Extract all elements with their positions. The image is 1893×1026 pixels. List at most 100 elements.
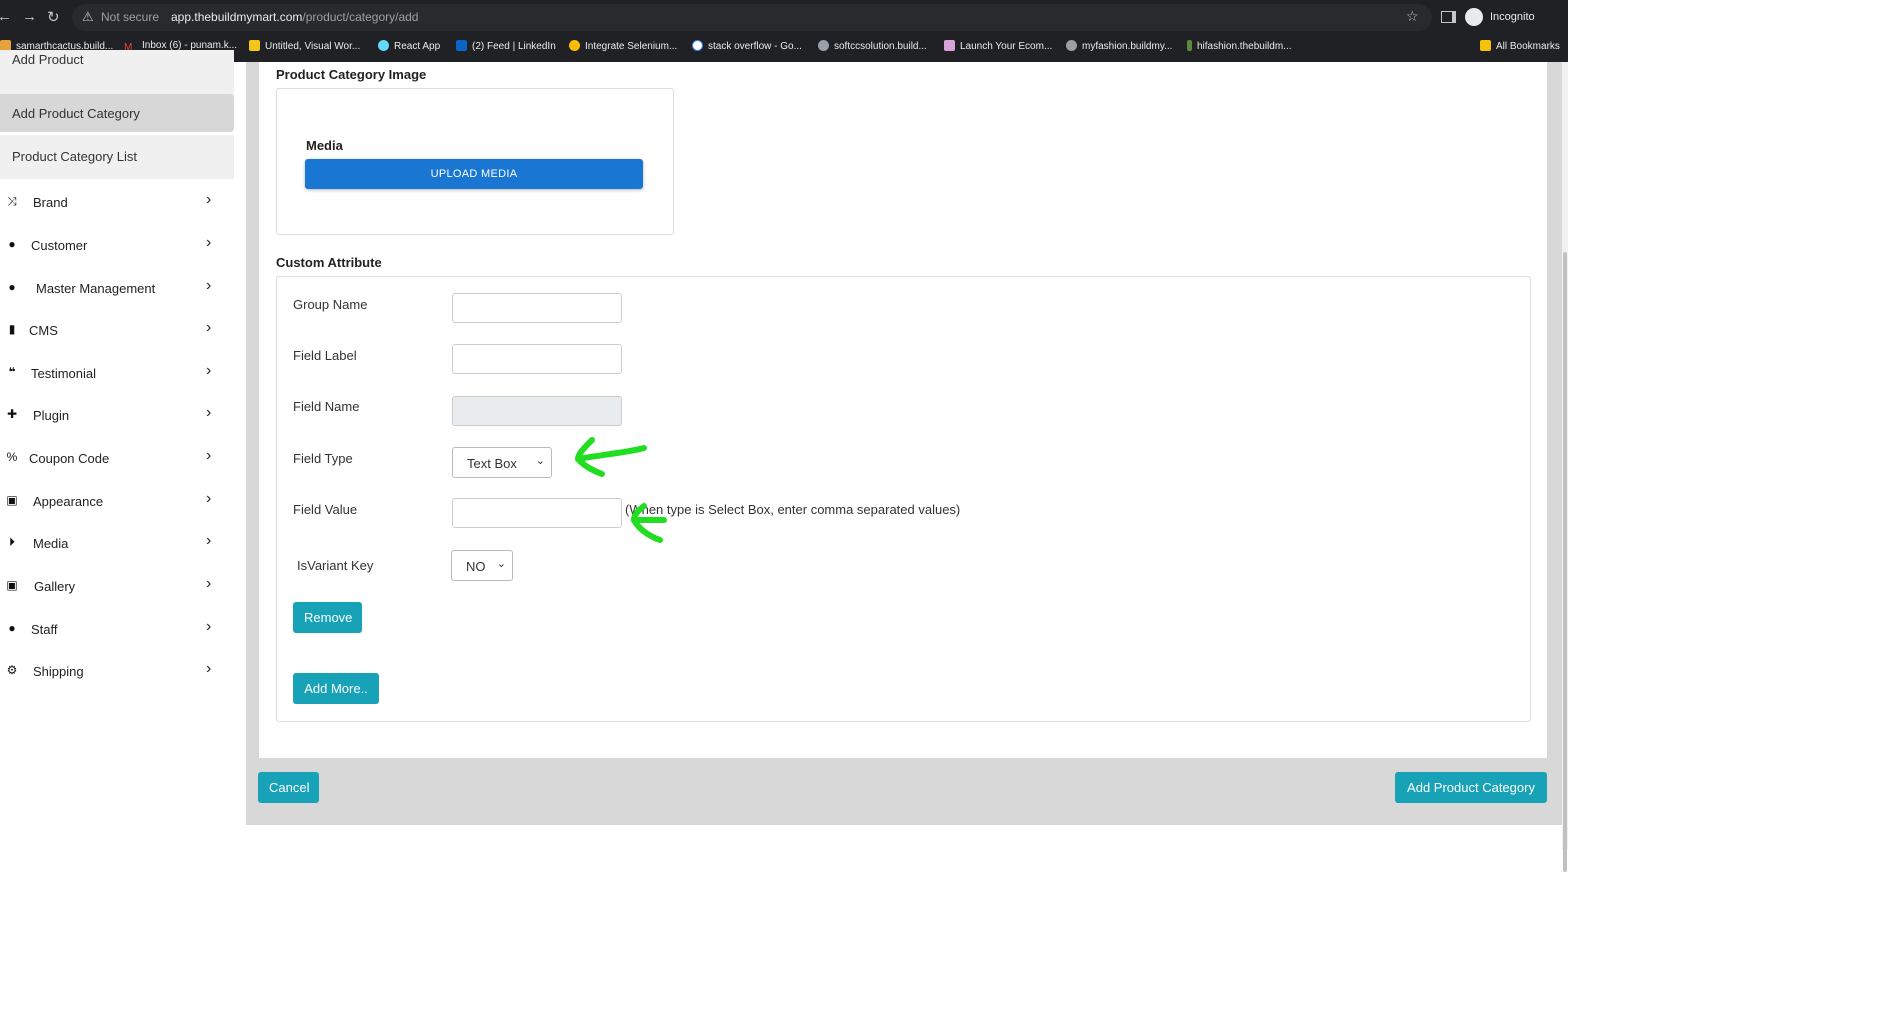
chevron-down-icon: ⌄	[496, 558, 506, 570]
media-label: Media	[306, 138, 343, 153]
bookmark-item[interactable]: hifashion.thebuildm...	[1187, 40, 1292, 52]
quote-icon: ❝	[8, 365, 16, 379]
chevron-right-icon: ›	[206, 575, 212, 592]
sidebar-item-appearance[interactable]: ▣ Appearance ›	[0, 483, 234, 519]
warning-icon: ⚠	[82, 9, 94, 24]
field-name-label: Field Name	[293, 399, 360, 414]
sidebar-item-label: Coupon Code	[29, 451, 110, 466]
google-icon	[692, 40, 703, 51]
bookmark-item[interactable]: Untitled, Visual Wor...	[249, 40, 360, 52]
sidebar-item-label: Add Product Category	[12, 106, 140, 121]
sidebar-item-staff[interactable]: ● Staff ›	[0, 611, 234, 647]
bookmark-favicon-icon	[944, 40, 955, 51]
chrome-icon	[569, 40, 580, 51]
add-product-category-button[interactable]: Add Product Category	[1395, 772, 1547, 803]
sidebar-item-add-product-category[interactable]: Add Product Category	[0, 94, 234, 132]
sidebar-item-coupon-code[interactable]: % Coupon Code ›	[0, 440, 234, 476]
field-value-input[interactable]	[452, 498, 622, 528]
sidebar-item-label: Media	[33, 536, 69, 551]
user-icon: ●	[8, 237, 16, 251]
scrollbar[interactable]	[1562, 62, 1568, 872]
bookmark-label: Launch Your Ecom...	[960, 41, 1053, 52]
product-category-image-title: Product Category Image	[276, 67, 427, 82]
field-value-hint: (When type is Select Box, enter comma se…	[625, 502, 961, 517]
sidebar-item-customer[interactable]: ● Customer ›	[0, 227, 234, 263]
sidebar-item-label: CMS	[29, 323, 58, 338]
bookmark-label: myfashion.buildmy...	[1082, 41, 1173, 52]
chevron-right-icon: ›	[206, 362, 212, 379]
chevron-right-icon: ›	[206, 191, 212, 208]
bookmark-item[interactable]: Launch Your Ecom...	[944, 40, 1052, 52]
incognito-icon[interactable]	[1465, 8, 1483, 26]
field-name-input	[452, 396, 622, 426]
isvariant-key-value: NO	[466, 559, 486, 574]
sidebar-item-testimonial[interactable]: ❝ Testimonial ›	[0, 355, 234, 391]
field-label-input[interactable]	[452, 344, 622, 374]
bookmark-item[interactable]: softccsolution.build...	[818, 40, 927, 52]
bookmark-favicon-icon	[249, 40, 260, 51]
bookmark-label: (2) Feed | LinkedIn	[472, 41, 556, 52]
chevron-right-icon: ›	[206, 532, 212, 549]
chevron-right-icon: ›	[206, 319, 212, 336]
chevron-down-icon: ⌄	[535, 455, 545, 467]
sidebar-item-label: Staff	[31, 622, 58, 637]
sidebar: Add Product Add Product Category Product…	[0, 50, 234, 850]
annotation-arrow-icon	[630, 503, 667, 543]
custom-attribute-title: Custom Attribute	[276, 255, 382, 270]
address-bar[interactable]: ⚠ Not secure app.thebuildmymart.com/prod…	[72, 4, 1432, 31]
reload-icon[interactable]: ↻	[47, 8, 60, 26]
field-type-select[interactable]: Text Box ⌄	[452, 447, 552, 478]
chevron-right-icon: ›	[206, 447, 212, 464]
react-icon	[378, 40, 389, 51]
url-host: app.thebuildmymart.com	[171, 10, 303, 24]
bookmark-label: stack overflow - Go...	[708, 41, 802, 52]
sidebar-item-label: Shipping	[33, 664, 84, 679]
add-more-button[interactable]: Add More..	[293, 673, 379, 704]
bookmark-item[interactable]: myfashion.buildmy...	[1066, 40, 1172, 52]
bookmark-label: softccsolution.build...	[834, 41, 927, 52]
bookmark-item[interactable]: Integrate Selenium...	[569, 40, 677, 52]
sidebar-item-plugin[interactable]: ✚ Plugin ›	[0, 397, 234, 433]
puzzle-icon: ✚	[6, 407, 18, 421]
sidebar-item-brand[interactable]: ⤨ Brand ›	[0, 184, 234, 220]
side-panel-icon[interactable]	[1441, 11, 1456, 23]
cancel-button[interactable]: Cancel	[258, 772, 319, 803]
gear-icon: ⚙	[6, 663, 18, 677]
sidebar-item-master-management[interactable]: ● Master Management ›	[0, 270, 234, 306]
all-bookmarks[interactable]: All Bookmarks	[1480, 40, 1560, 52]
sidebar-item-media[interactable]: ⏵ Media ›	[0, 525, 234, 561]
user-icon: ●	[8, 621, 16, 635]
sidebar-item-label: Appearance	[33, 494, 104, 509]
scrollbar-thumb[interactable]	[1563, 252, 1567, 872]
chevron-right-icon: ›	[206, 660, 212, 677]
bookmark-label: Untitled, Visual Wor...	[265, 41, 361, 52]
forward-icon[interactable]: →	[22, 8, 37, 25]
sidebar-item-shipping[interactable]: ⚙ Shipping ›	[0, 653, 234, 689]
back-icon[interactable]: ←	[0, 8, 12, 25]
bookmark-label: React App	[394, 41, 441, 52]
field-type-label: Field Type	[293, 451, 353, 466]
bookmark-label: hifashion.thebuildm...	[1197, 41, 1292, 52]
sidebar-item-label: Brand	[33, 195, 68, 210]
group-name-label: Group Name	[293, 297, 368, 312]
play-circle-icon: ⏵	[8, 535, 15, 549]
url[interactable]: app.thebuildmymart.com/product/category/…	[171, 10, 418, 24]
sidebar-item-cms[interactable]: ▮ CMS ›	[0, 312, 234, 348]
upload-media-button[interactable]: UPLOAD MEDIA	[305, 159, 643, 189]
sidebar-item-label: Testimonial	[31, 366, 97, 381]
sidebar-item-gallery[interactable]: ▣ Gallery ›	[0, 568, 234, 604]
globe-icon	[1066, 40, 1077, 51]
profile-label[interactable]: Incognito	[1490, 11, 1535, 23]
isvariant-key-select[interactable]: NO ⌄	[451, 550, 513, 581]
bookmark-item[interactable]: stack overflow - Go...	[692, 40, 802, 52]
bookmarks-bar: samarthcactus.build... M Inbox (6) - puna…	[0, 35, 1568, 62]
bookmark-label: All Bookmarks	[1496, 41, 1560, 52]
bookmark-star-icon[interactable]: ☆	[1406, 8, 1419, 25]
sidebar-item-product-category-list[interactable]: Product Category List	[0, 135, 234, 179]
file-icon: ▮	[8, 322, 16, 336]
bookmark-item[interactable]: React App	[378, 40, 440, 52]
remove-button[interactable]: Remove	[293, 602, 362, 633]
bookmark-item[interactable]: (2) Feed | LinkedIn	[456, 40, 556, 52]
group-name-input[interactable]	[452, 293, 622, 323]
url-path: /product/category/add	[302, 10, 419, 24]
